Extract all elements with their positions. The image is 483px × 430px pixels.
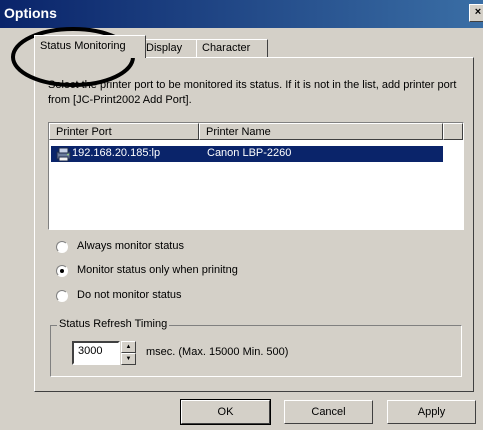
refresh-note: msec. (Max. 15000 Min. 500) [146, 346, 289, 358]
arrow-up-icon: ▲ [125, 344, 132, 350]
radio-dot [60, 269, 64, 273]
printer-list[interactable]: Printer Port Printer Name 192.168.20.185… [48, 122, 464, 230]
radio-label: Do not monitor status [77, 289, 182, 301]
apply-button[interactable]: Apply [387, 400, 476, 424]
ok-button[interactable]: OK [180, 399, 271, 425]
printer-icon [56, 147, 71, 162]
column-label: Printer Port [56, 126, 112, 138]
list-header: Printer Port Printer Name [49, 123, 463, 141]
radio-button[interactable] [56, 241, 68, 253]
close-button[interactable]: × [469, 4, 483, 22]
tab-label: Character [202, 42, 251, 54]
refresh-spinner: ▲ ▼ [121, 341, 136, 365]
spin-down-button[interactable]: ▼ [121, 353, 136, 365]
radio-label: Monitor status only when prinitng [77, 264, 238, 276]
column-label: Printer Name [206, 126, 271, 138]
column-header-empty [443, 123, 463, 140]
cancel-button[interactable]: Cancel [284, 400, 373, 424]
close-icon: × [474, 6, 482, 18]
refresh-interval-input[interactable]: 3000 [72, 341, 120, 365]
column-header-printer-name[interactable]: Printer Name [199, 123, 443, 140]
options-dialog: Options × Status Monitoring Display Char… [0, 0, 483, 430]
radio-button[interactable] [56, 290, 68, 302]
tab-label: Display [146, 42, 183, 54]
column-header-printer-port[interactable]: Printer Port [49, 123, 199, 140]
printer-port-cell: 192.168.20.185:lp [72, 147, 161, 159]
radio-button[interactable] [56, 265, 68, 277]
arrow-down-icon: ▼ [125, 356, 132, 362]
spin-up-button[interactable]: ▲ [121, 341, 136, 353]
refresh-group-label: Status Refresh Timing [57, 318, 170, 330]
tab-display[interactable]: Display [140, 39, 202, 58]
tab-status-monitoring[interactable]: Status Monitoring [34, 35, 146, 58]
refresh-interval-value: 3000 [78, 345, 103, 357]
radio-label: Always monitor status [77, 240, 184, 252]
list-item[interactable]: 192.168.20.185:lp Canon LBP-2260 [51, 146, 443, 162]
tab-character[interactable]: Character [196, 39, 268, 58]
printer-name-cell: Canon LBP-2260 [207, 147, 292, 159]
tab-label: Status Monitoring [40, 40, 126, 52]
